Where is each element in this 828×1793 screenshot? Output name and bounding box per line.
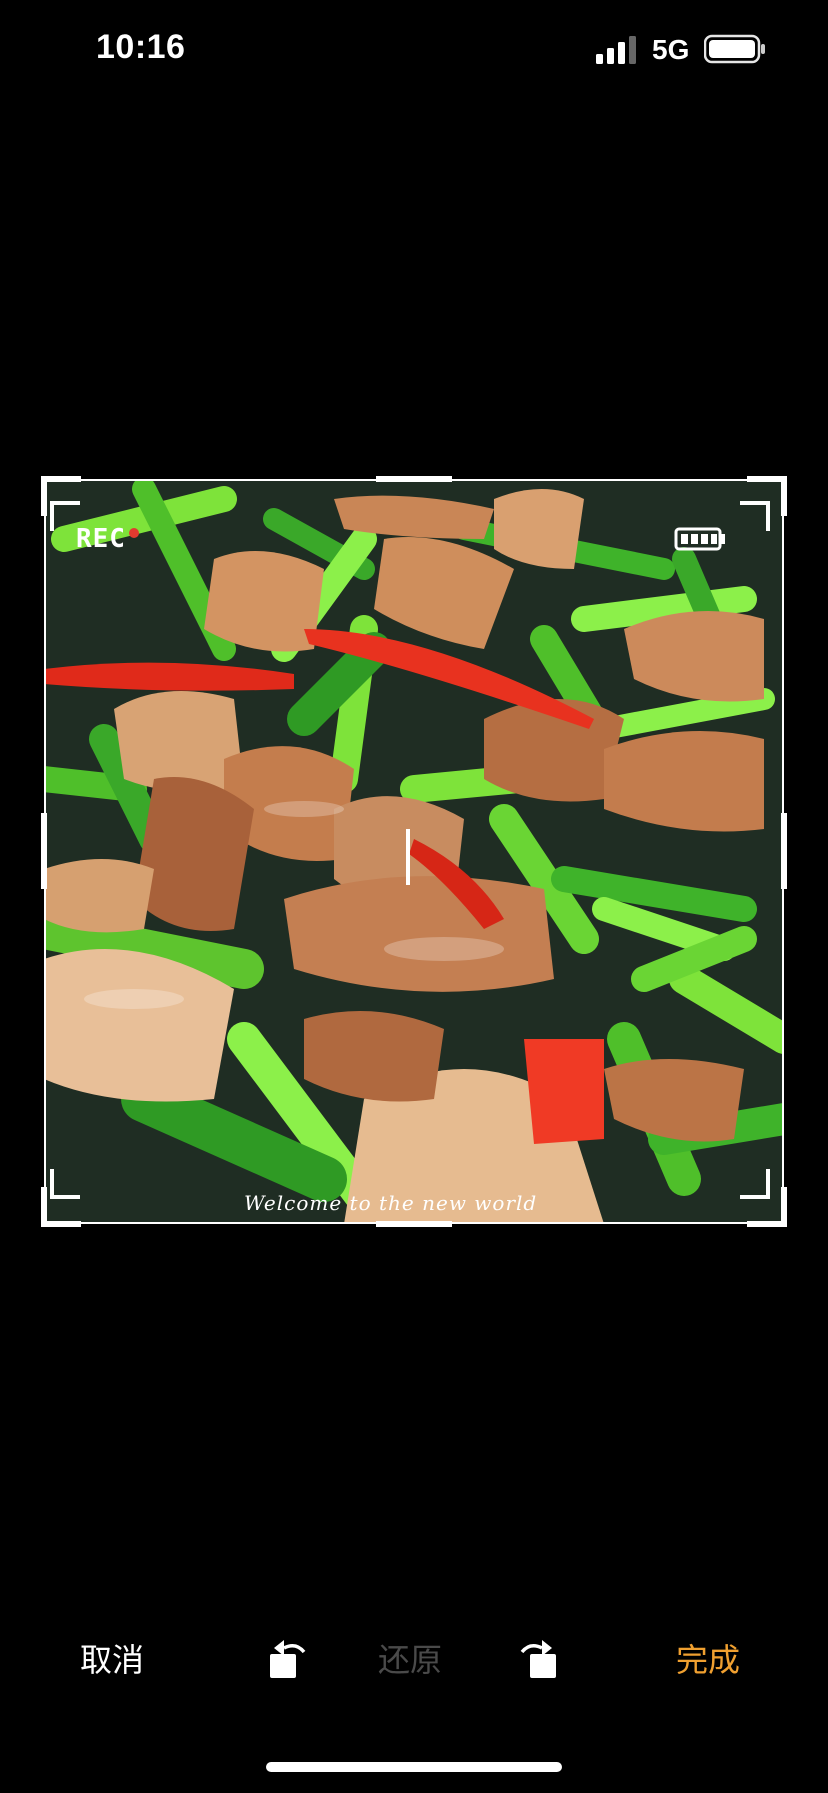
home-indicator[interactable]: [266, 1762, 562, 1772]
status-bar: 10:16 5G: [0, 0, 828, 100]
crop-handle-right[interactable]: [781, 813, 787, 889]
rec-overlay: REC: [76, 524, 139, 554]
crop-handle-top-left[interactable]: [41, 476, 47, 516]
network-type: 5G: [652, 34, 690, 65]
crop-handle-top-left[interactable]: [41, 476, 81, 482]
crop-handle-left[interactable]: [41, 813, 47, 889]
crop-handle-bottom-left[interactable]: [41, 1187, 47, 1227]
cancel-button[interactable]: 取消: [80, 1620, 144, 1700]
rec-dot-icon: [128, 528, 139, 538]
rotate-left-icon[interactable]: [266, 1634, 314, 1682]
crop-area[interactable]: REC Welcome to the new world: [41, 476, 787, 1227]
crop-handle-bottom[interactable]: [376, 1221, 452, 1227]
battery-icon: [704, 34, 765, 64]
done-button[interactable]: 完成: [676, 1620, 740, 1700]
food-photo: REC Welcome to the new world: [44, 479, 784, 1224]
caption-overlay: Welcome to the new world: [244, 1191, 538, 1215]
edit-toolbar: 取消 还原 完成: [0, 1620, 828, 1700]
rec-text: REC: [76, 524, 126, 554]
crop-handle-bottom-left[interactable]: [41, 1221, 81, 1227]
status-time: 10:16: [96, 28, 186, 66]
crop-handle-top-right[interactable]: [781, 476, 787, 516]
rotate-right-icon[interactable]: [512, 1634, 560, 1682]
crop-handle-top[interactable]: [376, 476, 452, 482]
restore-button[interactable]: 还原: [378, 1620, 442, 1700]
cellular-signal-icon: [596, 36, 636, 64]
crop-handle-bottom-right[interactable]: [781, 1187, 787, 1227]
